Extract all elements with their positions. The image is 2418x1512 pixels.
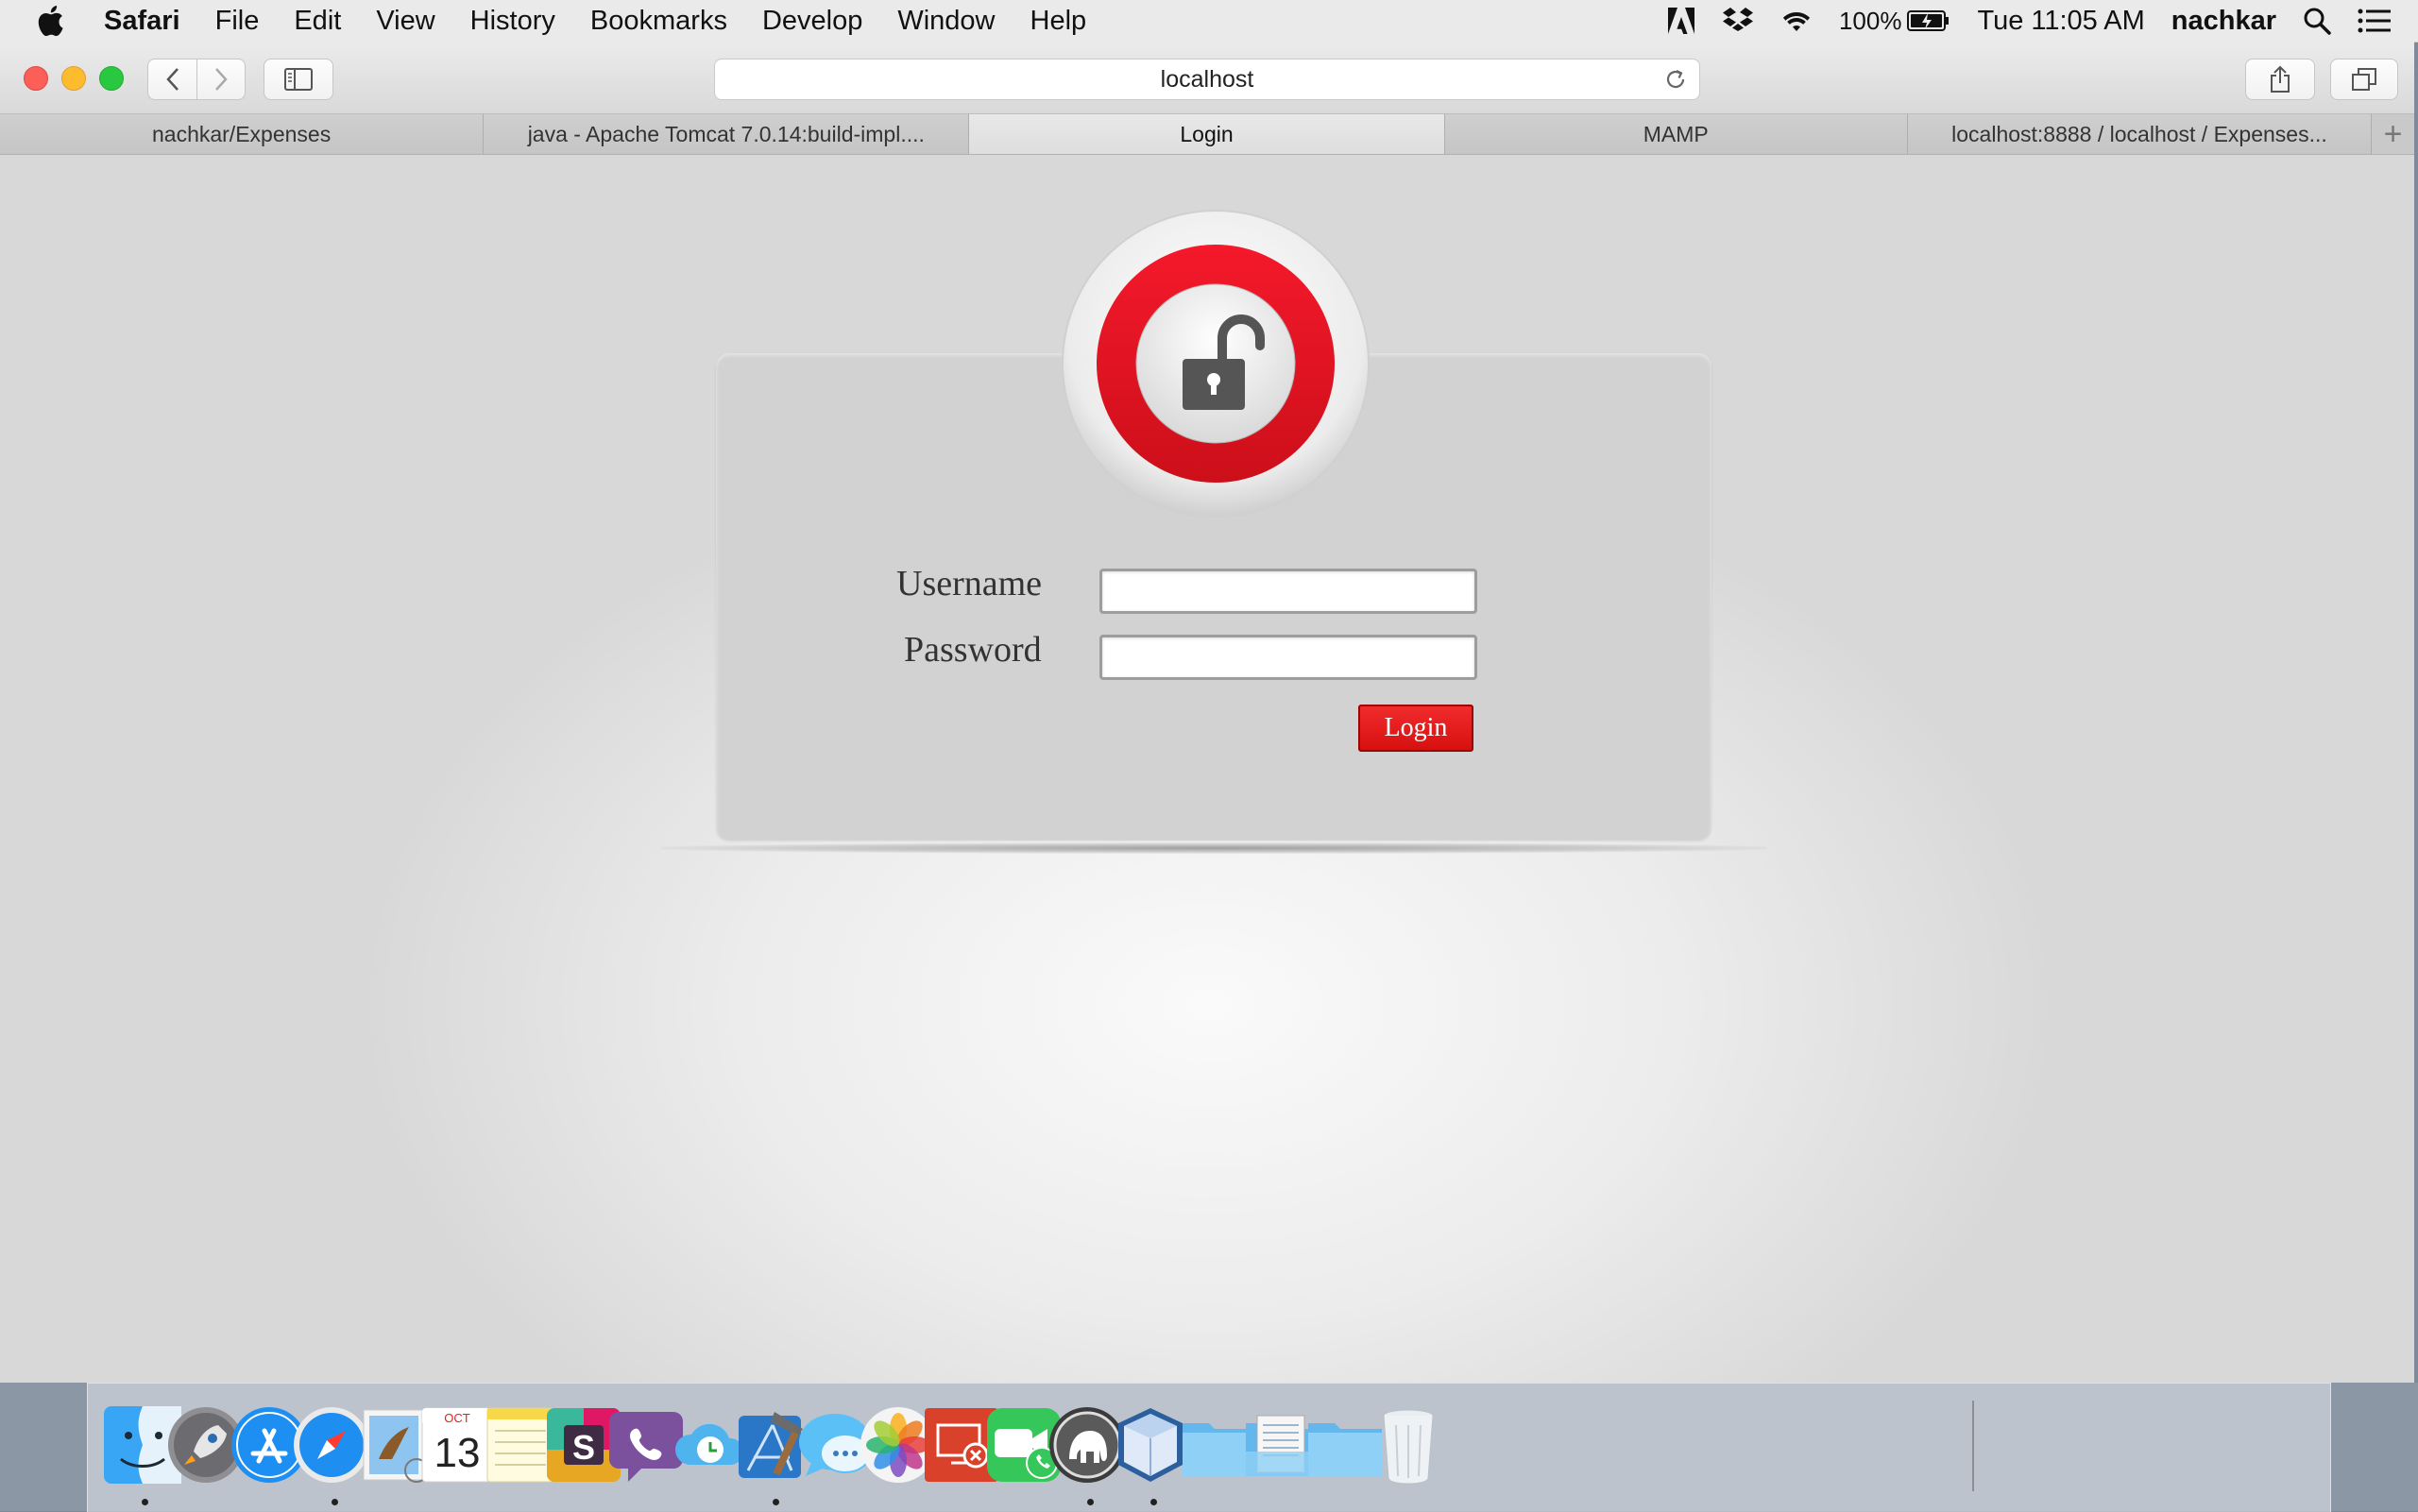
running-indicator <box>773 1499 779 1505</box>
menu-bar: Safari File Edit View History Bookmarks … <box>0 0 2418 42</box>
calendar-month: OCT <box>444 1411 470 1425</box>
spotlight-icon[interactable] <box>2303 7 2331 35</box>
sidebar-button[interactable] <box>264 59 333 100</box>
tab-bar: nachkar/Expenses java - Apache Tomcat 7.… <box>0 114 2414 155</box>
chevron-right-icon <box>214 68 228 91</box>
navigation-buttons <box>147 59 246 100</box>
username-input[interactable] <box>1099 569 1477 614</box>
share-icon <box>2271 65 2290 93</box>
menu-window[interactable]: Window <box>897 6 995 37</box>
tab-label: java - Apache Tomcat 7.0.14:build-impl..… <box>527 121 925 146</box>
menu-history[interactable]: History <box>470 6 555 37</box>
tab-phpmyadmin[interactable]: localhost:8888 / localhost / Expenses... <box>1907 114 2373 154</box>
svg-text:S: S <box>572 1428 595 1467</box>
dock-separator <box>1972 1401 1974 1491</box>
url-text: localhost <box>1160 65 1254 93</box>
running-indicator <box>1150 1499 1157 1505</box>
window-zoom-button[interactable] <box>99 66 124 91</box>
calendar-day: 13 <box>434 1430 481 1476</box>
back-button[interactable] <box>149 59 196 99</box>
menu-develop[interactable]: Develop <box>762 6 862 37</box>
window-close-button[interactable] <box>24 66 48 91</box>
tab-label: Login <box>1180 121 1234 146</box>
trash-icon[interactable] <box>1366 1402 1451 1487</box>
address-bar[interactable]: localhost <box>714 59 1700 100</box>
tabs-overview-icon <box>2352 68 2376 91</box>
menu-edit[interactable]: Edit <box>294 6 341 37</box>
menu-bookmarks[interactable]: Bookmarks <box>590 6 727 37</box>
battery-indicator[interactable]: 100% <box>1839 7 1951 36</box>
window-minimize-button[interactable] <box>61 66 86 91</box>
unlocked-padlock-logo-icon <box>1060 208 1371 519</box>
tab-login[interactable]: Login <box>969 114 1445 154</box>
tab-mamp[interactable]: MAMP <box>1444 114 1908 154</box>
adobe-icon[interactable] <box>1667 8 1695 34</box>
panel-shadow <box>661 842 1766 854</box>
dock: OCT 13 S <box>87 1383 2331 1512</box>
safari-window: localhost nachkar/Expenses java - Apache… <box>0 42 2414 1383</box>
new-tab-button[interactable]: + <box>2372 114 2414 154</box>
clock[interactable]: Tue 11:05 AM <box>1977 6 2144 37</box>
share-button[interactable] <box>2245 59 2315 100</box>
dropbox-icon[interactable] <box>1722 7 1754 35</box>
running-indicator <box>1087 1499 1094 1505</box>
chevron-left-icon <box>165 68 179 91</box>
notification-center-icon[interactable] <box>2358 8 2392 34</box>
forward-button[interactable] <box>197 59 245 99</box>
tab-tomcat-question[interactable]: java - Apache Tomcat 7.0.14:build-impl..… <box>484 114 970 154</box>
tab-expenses-repo[interactable]: nachkar/Expenses <box>0 114 485 154</box>
login-button[interactable]: Login <box>1358 705 1473 752</box>
tab-label: nachkar/Expenses <box>151 121 332 146</box>
tab-label: localhost:8888 / localhost / Expenses... <box>1951 121 2327 146</box>
battery-percent: 100% <box>1838 6 1902 35</box>
battery-charging-icon <box>1907 10 1950 31</box>
wifi-icon[interactable] <box>1780 8 1813 33</box>
username-label: Username <box>896 564 1043 603</box>
tab-label: MAMP <box>1643 121 1709 146</box>
password-label: Password <box>904 630 1042 670</box>
password-input[interactable] <box>1099 635 1477 680</box>
menu-view[interactable]: View <box>376 6 434 37</box>
reload-icon[interactable] <box>1663 67 1688 98</box>
show-all-tabs-button[interactable] <box>2330 59 2398 100</box>
running-indicator <box>142 1499 148 1505</box>
user-name[interactable]: nachkar <box>2171 6 2276 37</box>
menu-help[interactable]: Help <box>1030 6 1087 37</box>
page-content: Username Password Login <box>0 155 2414 1383</box>
sidebar-icon <box>284 68 313 91</box>
apple-menu-icon[interactable] <box>36 3 72 39</box>
menu-app-name[interactable]: Safari <box>104 6 180 37</box>
browser-toolbar: localhost <box>0 42 2414 114</box>
menu-file[interactable]: File <box>215 6 260 37</box>
running-indicator <box>332 1499 338 1505</box>
